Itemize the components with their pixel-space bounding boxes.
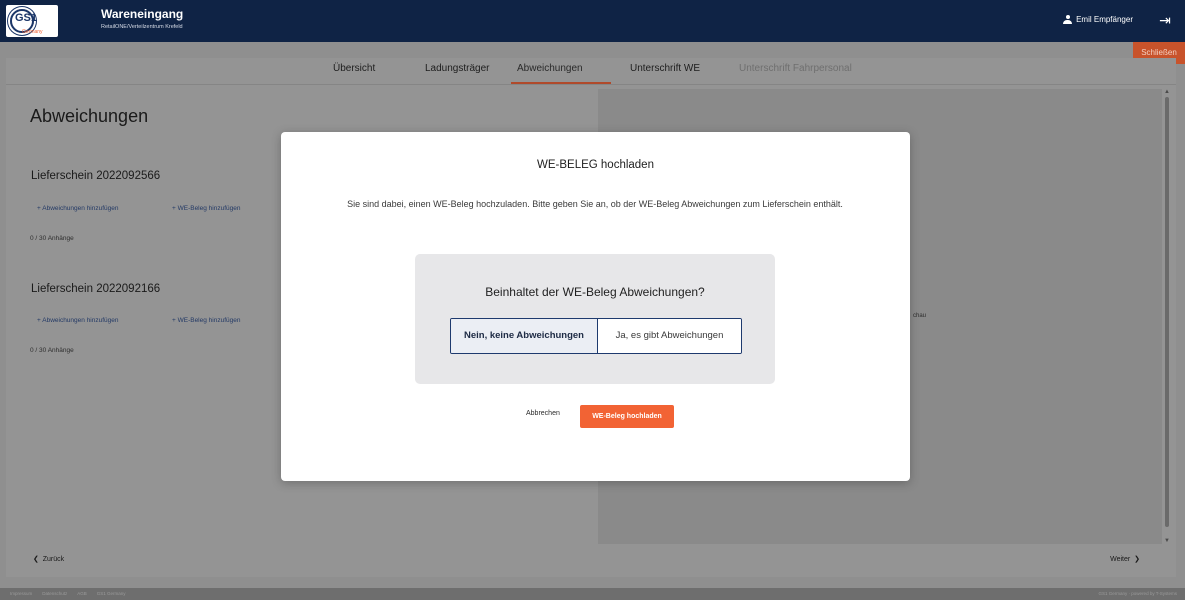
tab-unterschrift-we[interactable]: Unterschrift WE [630, 63, 700, 74]
add-deviation-link[interactable]: + Abweichungen hinzufügen [37, 317, 119, 324]
page-title: Abweichungen [30, 106, 149, 126]
footer-links: Impressum Datenschutz AGB GS1 Germany [10, 591, 126, 596]
footer-link-agb[interactable]: AGB [77, 591, 87, 596]
scroll-down-icon[interactable]: ▼ [1164, 538, 1170, 544]
logo-text: GS1 [15, 12, 38, 24]
app-title: Wareneingang [101, 7, 184, 21]
tab-unterschrift-fahrpersonal: Unterschrift Fahrpersonal [739, 63, 852, 74]
footer-link-datenschutz[interactable]: Datenschutz [42, 591, 67, 596]
deviation-question-box: Beinhaltet der WE-Beleg Abweichungen? Ne… [415, 254, 775, 384]
tab-ladungstraeger[interactable]: Ladungsträger [425, 63, 490, 74]
scroll-up-icon[interactable]: ▲ [1164, 89, 1170, 95]
deviation-toggle: Nein, keine Abweichungen Ja, es gibt Abw… [450, 318, 742, 354]
scrollbar[interactable]: ▲ ▼ [1163, 89, 1171, 544]
lieferschein-title: Lieferschein 2022092566 [31, 170, 161, 182]
user-menu[interactable]: Emil Empfänger [1063, 15, 1133, 24]
option-yes-deviations[interactable]: Ja, es gibt Abweichungen [598, 319, 741, 353]
add-receipt-link[interactable]: + WE-Beleg hinzufügen [172, 205, 240, 212]
chevron-left-icon: ❮ [33, 556, 43, 563]
footer-link-gs1[interactable]: GS1 Germany [97, 591, 126, 596]
add-receipt-link[interactable]: + WE-Beleg hinzufügen [172, 317, 240, 324]
preview-text: chau [913, 313, 927, 319]
lieferschein-title: Lieferschein 2022092166 [31, 283, 161, 295]
tab-abweichungen[interactable]: Abweichungen [517, 63, 583, 74]
cancel-button[interactable]: Abbrechen [526, 410, 560, 417]
footer-copyright: GS1 Germany · powered by T-Systems [1098, 591, 1177, 596]
scroll-thumb[interactable] [1165, 97, 1169, 527]
back-button[interactable]: ❮ Zurück [33, 555, 64, 563]
logo-subtext: Germany [22, 29, 43, 35]
upload-dialog: WE-BELEG hochladen Sie sind dabei, einen… [281, 132, 910, 481]
dialog-title: WE-BELEG hochladen [537, 159, 654, 171]
user-icon [1063, 15, 1073, 24]
add-deviation-link[interactable]: + Abweichungen hinzufügen [37, 205, 119, 212]
attachment-count: 0 / 30 Anhänge [30, 235, 74, 242]
app-header: GS1 Germany Wareneingang RetailONE/Verte… [0, 0, 1185, 42]
user-name: Emil Empfänger [1076, 15, 1133, 24]
option-no-deviations[interactable]: Nein, keine Abweichungen [451, 319, 598, 353]
app-subtitle: RetailONE/Verteilzentrum Krefeld [101, 24, 183, 30]
dialog-text: Sie sind dabei, einen WE-Beleg hochzulad… [347, 199, 843, 209]
next-label: Weiter [1110, 556, 1131, 563]
deviation-question: Beinhaltet der WE-Beleg Abweichungen? [485, 285, 705, 299]
back-label: Zurück [42, 556, 65, 563]
gs1-logo[interactable]: GS1 Germany [6, 5, 58, 37]
logout-icon[interactable]: ⇥ [1157, 12, 1173, 28]
attachment-count: 0 / 30 Anhänge [30, 347, 74, 354]
tab-bar: Übersicht Ladungsträger Abweichungen Unt… [6, 58, 1176, 85]
upload-button[interactable]: WE-Beleg hochladen [580, 405, 674, 428]
footer: Impressum Datenschutz AGB GS1 Germany GS… [0, 588, 1185, 600]
footer-link-impressum[interactable]: Impressum [10, 591, 32, 596]
chevron-right-icon: ❯ [1130, 556, 1140, 563]
tab-uebersicht[interactable]: Übersicht [333, 63, 375, 74]
active-tab-indicator [511, 82, 611, 84]
next-button[interactable]: Weiter ❯ [1110, 555, 1140, 563]
